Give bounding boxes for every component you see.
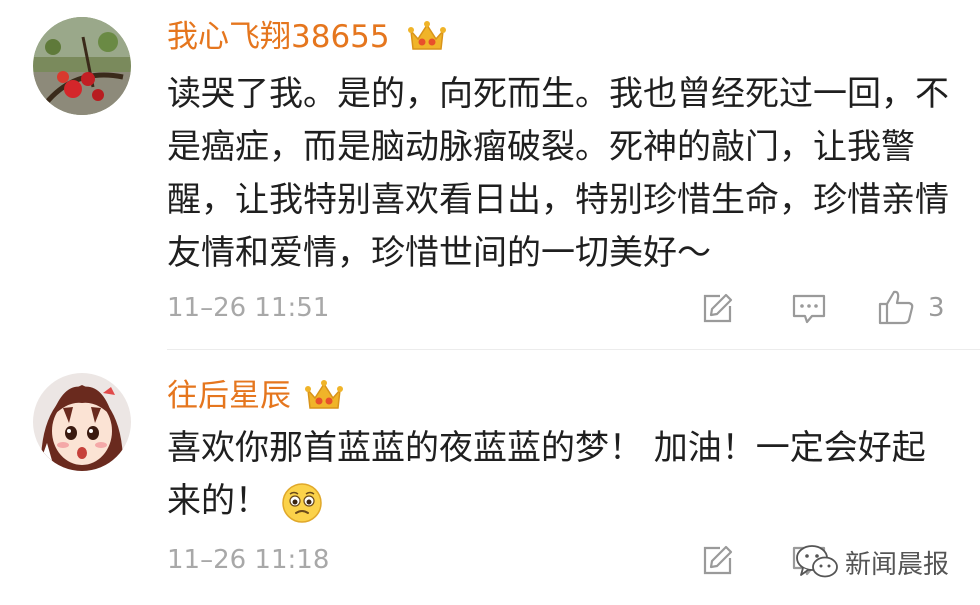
wechat-icon	[796, 545, 838, 578]
watermark-text: 新闻晨报	[845, 549, 950, 580]
timestamp: 11–26 11:51	[167, 293, 330, 323]
share-icon[interactable]	[702, 292, 734, 324]
timestamp: 11–26 11:18	[167, 545, 330, 575]
comment-text: 喜欢你那首蓝蓝的夜蓝蓝的梦！ 加油！一定会好起来的！	[167, 422, 947, 528]
share-icon[interactable]	[702, 544, 734, 576]
username[interactable]: 我心飞翔38655	[167, 17, 390, 57]
avatar[interactable]	[33, 17, 131, 115]
comment-text: 读哭了我。是的，向死而生。我也曾经死过一回，不是癌症，而是脑动脉瘤破裂。死神的敲…	[167, 74, 949, 273]
watermark: 新闻晨报	[795, 540, 965, 584]
emoji-sad-icon	[282, 482, 322, 523]
avatar[interactable]	[33, 373, 131, 471]
comment-icon[interactable]	[792, 294, 826, 326]
crown-icon	[305, 380, 343, 409]
like-count: 3	[928, 293, 945, 323]
comment-1: 我心飞翔38655 读哭了我。是的，向死而生。我也曾经死过一回，不是癌症，而是脑…	[0, 0, 980, 350]
crown-icon	[408, 21, 446, 50]
like-icon[interactable]	[877, 288, 915, 326]
username[interactable]: 往后星辰	[167, 376, 291, 416]
